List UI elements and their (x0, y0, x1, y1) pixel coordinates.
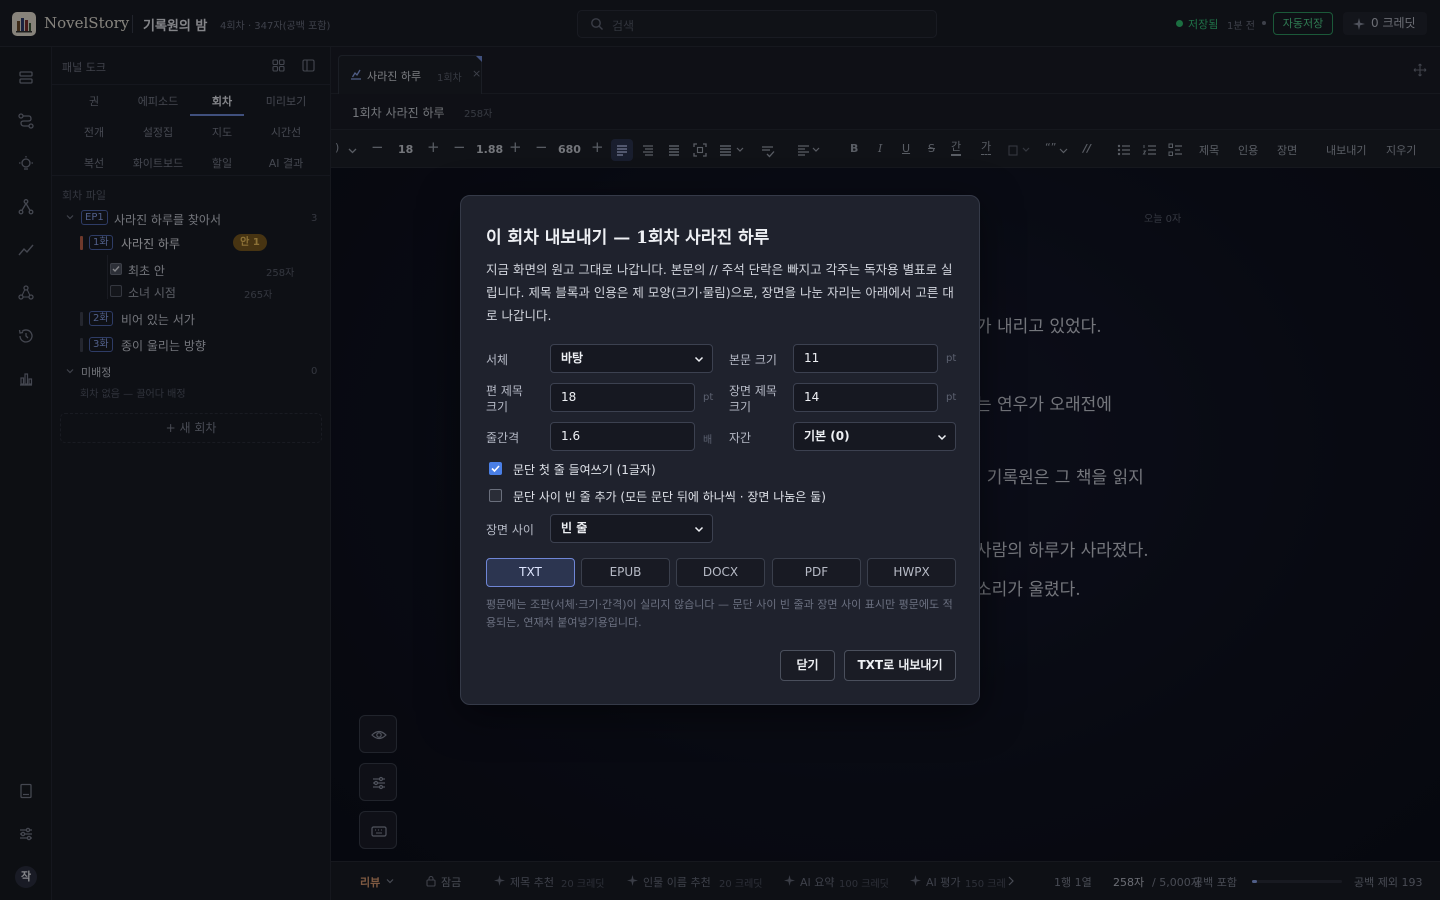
indent-label[interactable]: 문단 첫 줄 들여쓰기 (1글자) (513, 461, 656, 478)
blank-line-label[interactable]: 문단 사이 빈 줄 추가 (모든 문단 뒤에 하나씩 · 장면 나눔은 둘) (513, 488, 826, 505)
unit-label: pt (703, 392, 714, 403)
chapter-title-size-label-2: 크기 (486, 400, 509, 414)
format-epub-button[interactable]: EPUB (581, 558, 670, 587)
format-pdf-button[interactable]: PDF (772, 558, 861, 587)
indent-checkbox[interactable] (489, 462, 502, 475)
line-spacing-input[interactable]: 1.6 (550, 422, 695, 451)
blank-line-checkbox[interactable] (489, 489, 502, 502)
letter-spacing-value: 기본 (0) (804, 429, 850, 443)
dialog-description: 지금 화면의 원고 그대로 나갑니다. 본문의 // 주석 단락은 빠지고 각주… (486, 262, 954, 323)
letter-spacing-select[interactable]: 기본 (0) (793, 422, 956, 451)
scene-separator-value: 빈 줄 (561, 521, 588, 535)
font-label: 서체 (486, 353, 509, 367)
unit-label: 배 (703, 435, 713, 446)
chevron-down-icon (937, 434, 947, 441)
export-dialog: 이 회차 내보내기 — 1회차 사라진 하루 지금 화면의 원고 그대로 나갑니… (460, 195, 980, 705)
line-spacing-label: 줄간격 (486, 431, 520, 445)
close-button[interactable]: 닫기 (780, 650, 835, 681)
letter-spacing-label: 자간 (729, 431, 752, 445)
format-docx-button[interactable]: DOCX (676, 558, 765, 587)
font-select-value: 바탕 (561, 351, 584, 365)
chevron-down-icon (694, 356, 704, 363)
dialog-title: 이 회차 내보내기 — 1회차 사라진 하루 (486, 228, 770, 248)
body-size-input[interactable]: 11 (793, 344, 938, 373)
body-size-label: 본문 크기 (729, 353, 777, 367)
chevron-down-icon (694, 526, 704, 533)
scene-title-size-input[interactable]: 14 (793, 383, 938, 412)
format-txt-button[interactable]: TXT (486, 558, 575, 587)
scene-title-size-label: 장면 제목 (729, 384, 777, 398)
format-note: 평문에는 조판(서체·크기·간격)이 실리지 않습니다 — 문단 사이 빈 줄과… (486, 598, 953, 629)
chapter-title-size-label: 편 제목 (486, 384, 523, 398)
chapter-title-size-input[interactable]: 18 (550, 383, 695, 412)
scene-separator-select[interactable]: 빈 줄 (550, 514, 713, 543)
export-txt-button[interactable]: TXT로 내보내기 (844, 650, 956, 681)
scene-title-size-label-2: 크기 (729, 400, 752, 414)
scene-separator-label: 장면 사이 (486, 523, 534, 537)
font-select[interactable]: 바탕 (550, 344, 713, 373)
format-hwpx-button[interactable]: HWPX (867, 558, 956, 587)
unit-label: pt (946, 353, 957, 364)
unit-label: pt (946, 392, 957, 403)
